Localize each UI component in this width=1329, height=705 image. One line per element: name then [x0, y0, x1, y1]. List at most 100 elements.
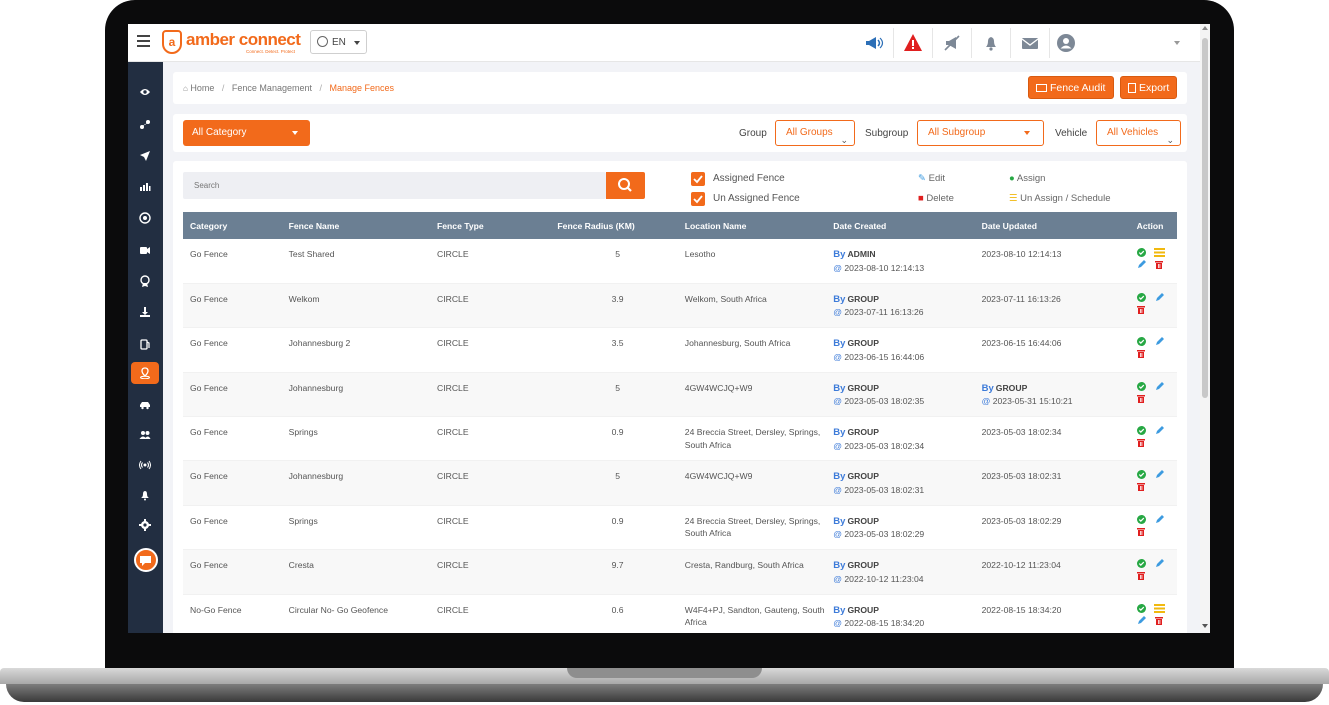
assign-check-icon[interactable] — [1136, 337, 1146, 350]
breadcrumb-fence-management[interactable]: Fence Management — [232, 83, 312, 93]
page-scrollbar[interactable] — [1200, 24, 1210, 633]
cell-fence-type: CIRCLE — [430, 460, 558, 506]
cell-fence-radius: 5 — [557, 460, 678, 506]
table-row[interactable]: Go Fence Springs CIRCLE 0.9 24 Breccia Stree… — [183, 505, 1177, 551]
delete-trash-icon[interactable] — [1136, 394, 1145, 407]
assign-check-icon[interactable] — [1136, 559, 1146, 572]
cell-action — [1122, 549, 1177, 595]
table-row[interactable]: Go Fence Johannesburg CIRCLE 5 4GW4WCJQ+W9 By… — [183, 372, 1177, 418]
cell-action — [1122, 372, 1177, 418]
edit-pencil-icon[interactable] — [1137, 260, 1146, 273]
delete-trash-icon[interactable] — [1136, 571, 1145, 584]
table-row[interactable]: Go Fence Cresta CIRCLE 9.7 Cresta, Randburg,… — [183, 549, 1177, 595]
vehicle-select[interactable]: All Vehicles ⌄ — [1096, 120, 1181, 146]
col-fence-radius[interactable]: Fence Radius (KM) — [557, 212, 678, 239]
assign-check-icon[interactable] — [1136, 381, 1146, 395]
col-fence-name[interactable]: Fence Name — [281, 212, 431, 239]
table-row[interactable]: Go Fence Johannesburg 2 CIRCLE 3.5 Johannesb… — [183, 327, 1177, 373]
muted-megaphone-icon[interactable] — [941, 32, 963, 54]
scroll-up-icon[interactable] — [1202, 26, 1208, 30]
export-button[interactable]: Export — [1120, 76, 1177, 99]
assign-check-icon[interactable] — [1136, 248, 1146, 261]
assign-check-icon[interactable] — [1136, 514, 1146, 528]
navigation-icon[interactable] — [131, 145, 159, 167]
gear-icon[interactable] — [131, 514, 159, 536]
table-row[interactable]: Go Fence Springs CIRCLE 0.9 24 Breccia Stree… — [183, 416, 1177, 462]
hamburger-menu-icon[interactable] — [137, 35, 150, 47]
subgroup-select[interactable]: All Subgroup — [917, 120, 1044, 146]
edit-pencil-icon[interactable] — [1155, 470, 1164, 483]
delete-trash-icon[interactable] — [1136, 438, 1145, 451]
breadcrumb-home[interactable]: Home — [190, 83, 214, 93]
checkbox-checked-icon[interactable] — [691, 192, 705, 206]
assign-check-icon[interactable] — [1136, 292, 1146, 306]
edit-pencil-icon[interactable] — [1155, 337, 1164, 350]
edit-pencil-icon[interactable] — [1155, 559, 1164, 572]
target-icon[interactable] — [131, 207, 159, 229]
edit-pencil-icon[interactable] — [1155, 381, 1164, 395]
search-input[interactable] — [183, 172, 606, 199]
car-icon[interactable] — [131, 394, 159, 416]
cell-category: Go Fence — [183, 460, 282, 506]
cell-date-updated: 2023-05-03 18:02:29 — [974, 505, 1123, 551]
group-select[interactable]: All Groups ⌄ — [775, 120, 855, 146]
delete-trash-icon[interactable] — [1136, 482, 1145, 495]
category-select[interactable]: All Category — [183, 120, 310, 146]
delete-trash-icon[interactable] — [1136, 305, 1145, 318]
mail-icon[interactable] — [1019, 32, 1041, 54]
eye-icon[interactable] — [131, 81, 159, 103]
file-export-icon — [1128, 83, 1136, 93]
table-row[interactable]: No-Go Fence Circular No- Go Geofence CIRCL… — [183, 594, 1177, 633]
megaphone-icon[interactable] — [862, 32, 884, 54]
scroll-thumb[interactable] — [1202, 38, 1208, 398]
download-icon[interactable] — [131, 301, 159, 323]
checkbox-checked-icon[interactable] — [691, 172, 705, 186]
fuel-icon[interactable] — [131, 333, 159, 355]
users-icon[interactable] — [131, 424, 159, 446]
alert-triangle-icon[interactable] — [902, 32, 924, 54]
col-location-name[interactable]: Location Name — [677, 212, 827, 239]
unassign-list-icon[interactable] — [1153, 603, 1165, 617]
delete-trash-icon[interactable] — [1154, 260, 1163, 273]
delete-trash-icon[interactable] — [1136, 349, 1145, 362]
scroll-down-icon[interactable] — [1202, 624, 1208, 628]
chat-icon[interactable] — [134, 548, 158, 572]
fence-table: Category Fence Name Fence Type Fence Rad… — [183, 212, 1177, 633]
table-row[interactable]: Go Fence Welkom CIRCLE 3.9 Welkom, South Afr… — [183, 283, 1177, 329]
col-action: Action — [1122, 212, 1177, 239]
user-icon[interactable] — [1055, 32, 1077, 54]
assign-check-icon[interactable] — [1136, 470, 1146, 483]
badge-icon[interactable] — [131, 270, 159, 292]
chart-icon[interactable] — [131, 175, 159, 197]
geofence-icon[interactable] — [131, 362, 159, 384]
search-button[interactable] — [606, 172, 645, 199]
updated-at: 2023-07-11 16:13:26 — [981, 293, 1061, 304]
assign-check-icon[interactable] — [1136, 603, 1146, 617]
table-row[interactable]: Go Fence Johannesburg CIRCLE 5 4GW4WCJQ+W9 By… — [183, 460, 1177, 506]
delete-trash-icon[interactable] — [1154, 616, 1163, 629]
table-row[interactable]: Go Fence Test Shared CIRCLE 5 Lesotho By ADMIN… — [183, 239, 1177, 284]
route-icon[interactable] — [131, 114, 159, 136]
brand-logo[interactable]: a amber connect Connect. Detect. Protect — [162, 29, 302, 57]
edit-pencil-icon[interactable] — [1155, 514, 1164, 528]
user-menu-caret-icon[interactable] — [1174, 41, 1180, 45]
edit-pencil-icon[interactable] — [1137, 615, 1146, 629]
bell-icon[interactable] — [131, 484, 159, 506]
cell-fence-type: CIRCLE — [430, 416, 558, 462]
bell-icon[interactable] — [980, 32, 1002, 54]
col-date-created[interactable]: Date Created — [826, 212, 975, 239]
delete-trash-icon[interactable] — [1136, 527, 1145, 540]
col-fence-type[interactable]: Fence Type — [430, 212, 558, 239]
col-date-updated[interactable]: Date Updated — [974, 212, 1123, 239]
signal-icon[interactable] — [131, 454, 159, 476]
unassign-list-icon[interactable] — [1153, 248, 1165, 261]
edit-pencil-icon[interactable] — [1155, 426, 1164, 439]
edit-pencil-icon[interactable] — [1155, 292, 1164, 306]
cell-date-created: By ADMIN @ 2023-08-10 12:14:13 — [826, 239, 975, 284]
cell-fence-type: CIRCLE — [430, 549, 558, 595]
fence-audit-button[interactable]: Fence Audit — [1028, 76, 1114, 99]
assign-check-icon[interactable] — [1136, 426, 1146, 439]
language-select[interactable]: EN — [310, 30, 367, 54]
camera-icon[interactable] — [131, 239, 159, 261]
col-category[interactable]: Category — [183, 212, 282, 239]
